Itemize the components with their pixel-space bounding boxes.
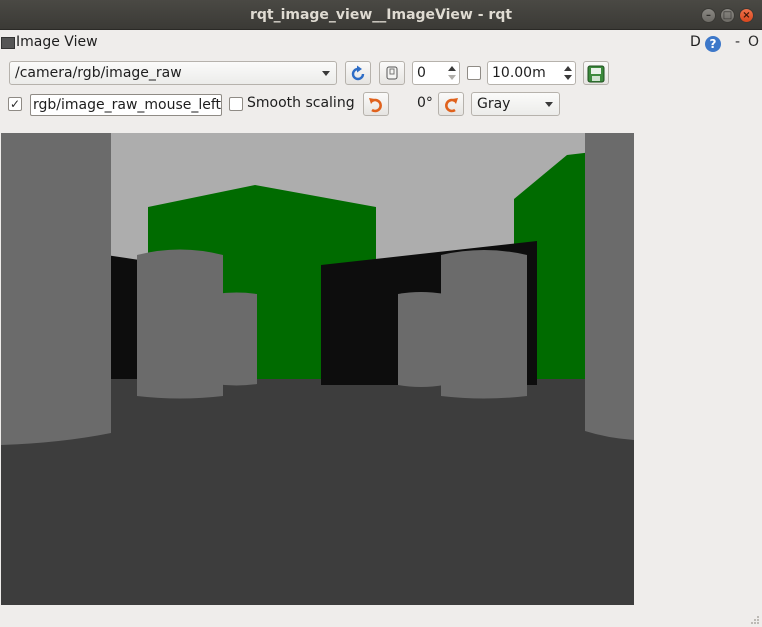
max-range-spinbox[interactable]: 10.00m (487, 61, 576, 85)
window-title: rqt_image_view__ImageView - rqt (249, 7, 513, 23)
topic-select[interactable]: /camera/rgb/image_raw (9, 61, 337, 85)
rotate-left-button[interactable] (363, 92, 389, 116)
save-icon (587, 65, 605, 83)
window-title-bar[interactable]: rqt_image_view__ImageView - rqt – □ × (0, 0, 762, 30)
spin-down-icon[interactable] (448, 75, 456, 80)
minimize-window-button[interactable]: – (701, 8, 716, 23)
camera-image (1, 133, 634, 605)
number-spinbox[interactable]: 0 (412, 61, 460, 85)
pillar-small-right (398, 292, 444, 387)
pillar-large-left (1, 133, 111, 445)
plugin-icon (1, 37, 15, 49)
pillar-large-right (585, 133, 634, 440)
publish-mouse-checkbox[interactable]: ✓ (8, 97, 22, 111)
rotate-right-button[interactable] (438, 92, 464, 116)
help-icon[interactable]: ? (705, 36, 721, 52)
refresh-icon (351, 65, 365, 81)
dock-minimize-button[interactable]: - (735, 34, 740, 50)
spin-up-icon[interactable] (564, 66, 572, 71)
maximize-window-button[interactable]: □ (720, 8, 735, 23)
rotate-left-icon (369, 98, 382, 113)
color-scheme-value: Gray (477, 96, 511, 112)
image-viewport[interactable] (1, 133, 634, 605)
rotate-right-icon (445, 98, 458, 113)
dock-header: Image View D ? - O (0, 31, 762, 55)
smooth-scaling-label: Smooth scaling (247, 95, 355, 111)
max-range-value: 10.00m (492, 65, 546, 81)
refresh-button[interactable] (345, 61, 371, 85)
dock-float-button[interactable]: O (748, 34, 759, 50)
pillar-medium-right (441, 250, 527, 399)
zoom-button[interactable] (379, 61, 405, 85)
color-scheme-select[interactable]: Gray (471, 92, 560, 116)
pillar-medium-left (137, 249, 223, 399)
rotation-label: 0° (417, 95, 433, 111)
spin-up-icon[interactable] (448, 66, 456, 71)
chevron-down-icon (322, 71, 330, 76)
number-value: 0 (417, 65, 426, 81)
mouse-topic-value: rgb/image_raw_mouse_left (33, 97, 222, 113)
chevron-down-icon (545, 102, 553, 107)
spin-down-icon[interactable] (564, 75, 572, 80)
mouse-topic-field[interactable]: rgb/image_raw_mouse_left (30, 94, 222, 116)
save-image-button[interactable] (583, 61, 609, 85)
dock-title: Image View (16, 34, 98, 50)
dock-d-button[interactable]: D (690, 34, 701, 50)
smooth-scaling-checkbox[interactable] (229, 97, 243, 111)
close-window-button[interactable]: × (739, 8, 754, 23)
resize-grip-icon[interactable] (750, 615, 760, 625)
zoom-icon (386, 66, 398, 80)
topic-value: /camera/rgb/image_raw (15, 65, 182, 81)
dynamic-range-checkbox[interactable] (467, 66, 481, 80)
